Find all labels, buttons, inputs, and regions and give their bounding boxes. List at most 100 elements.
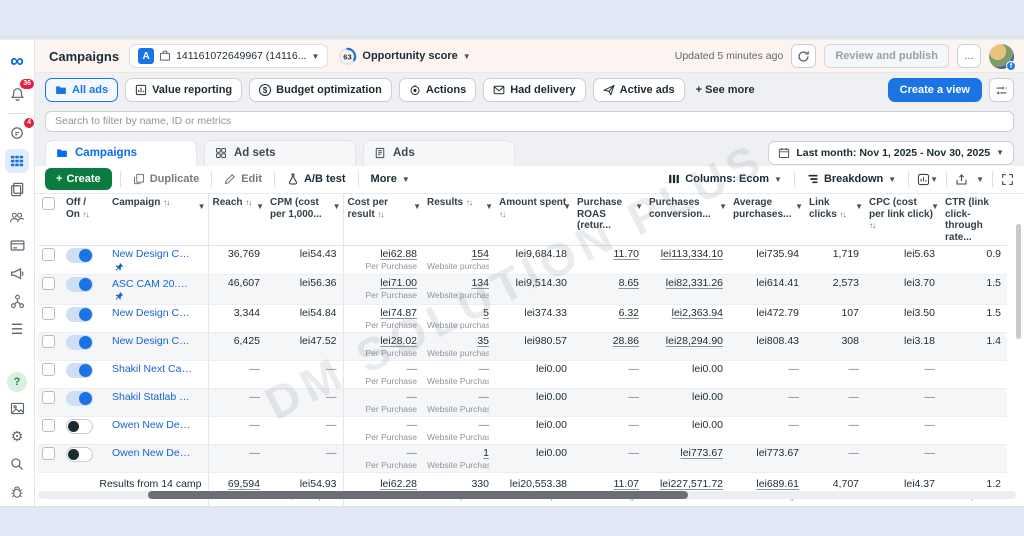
- filter-pill-all-ads[interactable]: All ads: [45, 78, 118, 102]
- select-all-checkbox[interactable]: [42, 197, 55, 210]
- horizontal-scrollbar-thumb[interactable]: [148, 491, 688, 499]
- column-chevron-icon[interactable]: ▼: [795, 202, 803, 211]
- filter-pill-budget-optimization[interactable]: $Budget optimization: [249, 78, 392, 102]
- refresh-button[interactable]: [791, 44, 816, 68]
- breakdown-button[interactable]: Breakdown▼: [803, 173, 900, 185]
- column-header-campaign[interactable]: Campaign ↑↓▼: [108, 194, 208, 246]
- metric-value[interactable]: lei28,294.90: [666, 335, 723, 347]
- sort-icon[interactable]: ↑↓: [245, 198, 251, 207]
- campaign-toggle[interactable]: [66, 277, 93, 292]
- campaign-link[interactable]: Shakil Next Cam 20...: [112, 363, 192, 375]
- more-options-button[interactable]: ...: [957, 44, 981, 68]
- view-settings-button[interactable]: [989, 78, 1014, 102]
- column-chevron-icon[interactable]: ▼: [413, 202, 421, 211]
- filter-pill-value-reporting[interactable]: Value reporting: [125, 78, 242, 102]
- column-header-results[interactable]: Results ↑↓▼: [423, 194, 495, 246]
- tab-ad-sets[interactable]: Ad sets: [204, 140, 356, 166]
- meta-logo-icon[interactable]: ∞: [5, 50, 29, 74]
- metric-value[interactable]: lei773.67: [680, 447, 723, 459]
- row-checkbox[interactable]: [42, 447, 55, 460]
- billing-card-icon[interactable]: [5, 233, 29, 257]
- see-more-button[interactable]: + See more: [696, 84, 755, 96]
- sort-icon[interactable]: ↑↓: [466, 198, 472, 207]
- notifications-bell-icon[interactable]: 36: [5, 82, 29, 106]
- metric-value[interactable]: 35: [477, 335, 489, 347]
- metric-value[interactable]: 8.65: [619, 277, 639, 289]
- row-checkbox[interactable]: [42, 363, 55, 376]
- tab-campaigns[interactable]: Campaigns: [45, 140, 197, 166]
- events-hierarchy-icon[interactable]: [5, 289, 29, 313]
- column-chevron-icon[interactable]: ▼: [563, 202, 571, 211]
- horizontal-scrollbar-track[interactable]: [38, 491, 1016, 499]
- opportunity-score[interactable]: 63 Opportunity score ▼: [338, 47, 470, 66]
- column-header-cost-per-result[interactable]: Cost per result ↑↓▼: [343, 194, 423, 246]
- vertical-scrollbar[interactable]: [1016, 224, 1021, 339]
- campaign-toggle[interactable]: [66, 391, 93, 406]
- row-checkbox[interactable]: [42, 391, 55, 404]
- metric-value[interactable]: lei28.02: [380, 335, 417, 347]
- campaign-link[interactable]: New Design Cam...: [112, 248, 192, 260]
- campaign-link[interactable]: Shakil Statlab Ca 15...: [112, 391, 192, 403]
- sort-icon[interactable]: ↑↓: [378, 210, 384, 219]
- row-checkbox[interactable]: [42, 335, 55, 348]
- metric-value[interactable]: lei71.00: [380, 277, 417, 289]
- column-header-purchases-conversion[interactable]: Purchases conversion...▼: [645, 194, 729, 246]
- metric-value[interactable]: 134: [471, 277, 489, 289]
- sort-icon[interactable]: ↑↓: [840, 210, 846, 219]
- metric-value[interactable]: 69,594: [228, 478, 260, 490]
- sort-icon[interactable]: ↑↓: [869, 221, 875, 230]
- user-avatar[interactable]: f: [989, 44, 1014, 69]
- column-header-link-clicks[interactable]: Link clicks ↑↓▼: [805, 194, 865, 246]
- all-tools-menu-icon[interactable]: ☰: [5, 317, 29, 341]
- date-range-selector[interactable]: Last month: Nov 1, 2025 - Nov 30, 2025 ▼: [768, 141, 1014, 165]
- metric-value[interactable]: lei62.28: [380, 478, 417, 490]
- campaign-toggle[interactable]: [66, 248, 93, 263]
- column-chevron-icon[interactable]: ▼: [198, 202, 206, 211]
- campaign-link[interactable]: New Design Cam 2 ...: [112, 335, 192, 347]
- column-chevron-icon[interactable]: ▼: [855, 202, 863, 211]
- metric-value[interactable]: lei227,571.72: [660, 478, 723, 490]
- metric-value[interactable]: lei74.87: [380, 307, 417, 319]
- column-header-amount-spent[interactable]: Amount spent ↑↓▼: [495, 194, 573, 246]
- column-chevron-icon[interactable]: ▼: [485, 202, 493, 211]
- metric-value[interactable]: 6.32: [619, 307, 639, 319]
- column-chevron-icon[interactable]: ▼: [256, 202, 264, 211]
- sort-icon[interactable]: ↑↓: [163, 198, 169, 207]
- account-selector[interactable]: A 141161072649967 (14116... ▼: [129, 44, 328, 68]
- metric-value[interactable]: 154: [471, 248, 489, 260]
- metric-value[interactable]: 28.86: [613, 335, 639, 347]
- tab-ads[interactable]: Ads: [363, 140, 515, 166]
- metric-value[interactable]: 11.07: [614, 478, 640, 490]
- metric-value[interactable]: lei113,334.10: [661, 248, 723, 260]
- filter-pill-actions[interactable]: Actions: [399, 78, 476, 102]
- filter-pill-active-ads[interactable]: Active ads: [593, 78, 685, 102]
- search-input[interactable]: [45, 111, 1014, 132]
- review-publish-button[interactable]: Review and publish: [824, 44, 949, 68]
- column-header-cpm-cost-per-1-000[interactable]: CPM (cost per 1,000...▼: [266, 194, 343, 246]
- export-chevron-icon[interactable]: ▼: [976, 175, 984, 184]
- campaign-link[interactable]: New Design Cam 2 ...: [112, 307, 192, 319]
- campaign-toggle[interactable]: [66, 419, 93, 434]
- filter-pill-had-delivery[interactable]: Had delivery: [483, 78, 585, 102]
- column-header-purchase-roas-retur[interactable]: Purchase ROAS (retur...▼: [573, 194, 645, 246]
- row-checkbox[interactable]: [42, 307, 55, 320]
- column-header-cpc-cost-per-link-click[interactable]: CPC (cost per link click) ↑↓▼: [865, 194, 941, 246]
- edit-button[interactable]: Edit: [220, 173, 266, 185]
- help-icon[interactable]: ?: [7, 372, 27, 392]
- campaign-toggle[interactable]: [66, 335, 93, 350]
- column-chevron-icon[interactable]: ▼: [931, 202, 939, 211]
- search-icon[interactable]: [5, 452, 29, 476]
- sort-icon[interactable]: ↑↓: [83, 210, 89, 219]
- metric-value[interactable]: 1: [483, 447, 489, 459]
- row-checkbox[interactable]: [42, 277, 55, 290]
- ads-megaphone-icon[interactable]: [5, 261, 29, 285]
- row-checkbox[interactable]: [42, 248, 55, 261]
- columns-button[interactable]: Columns: Ecom▼: [664, 173, 786, 185]
- column-chevron-icon[interactable]: ▼: [719, 202, 727, 211]
- ab-test-button[interactable]: A/B test: [283, 173, 350, 185]
- pages-icon[interactable]: [5, 177, 29, 201]
- metric-value[interactable]: lei2,363.94: [672, 307, 723, 319]
- campaign-link[interactable]: Owen New Design ...: [112, 447, 192, 459]
- metric-value[interactable]: lei62.88: [380, 248, 417, 260]
- column-header-ctr-link-click-through-rate[interactable]: CTR (link click-through rate...: [941, 194, 1007, 246]
